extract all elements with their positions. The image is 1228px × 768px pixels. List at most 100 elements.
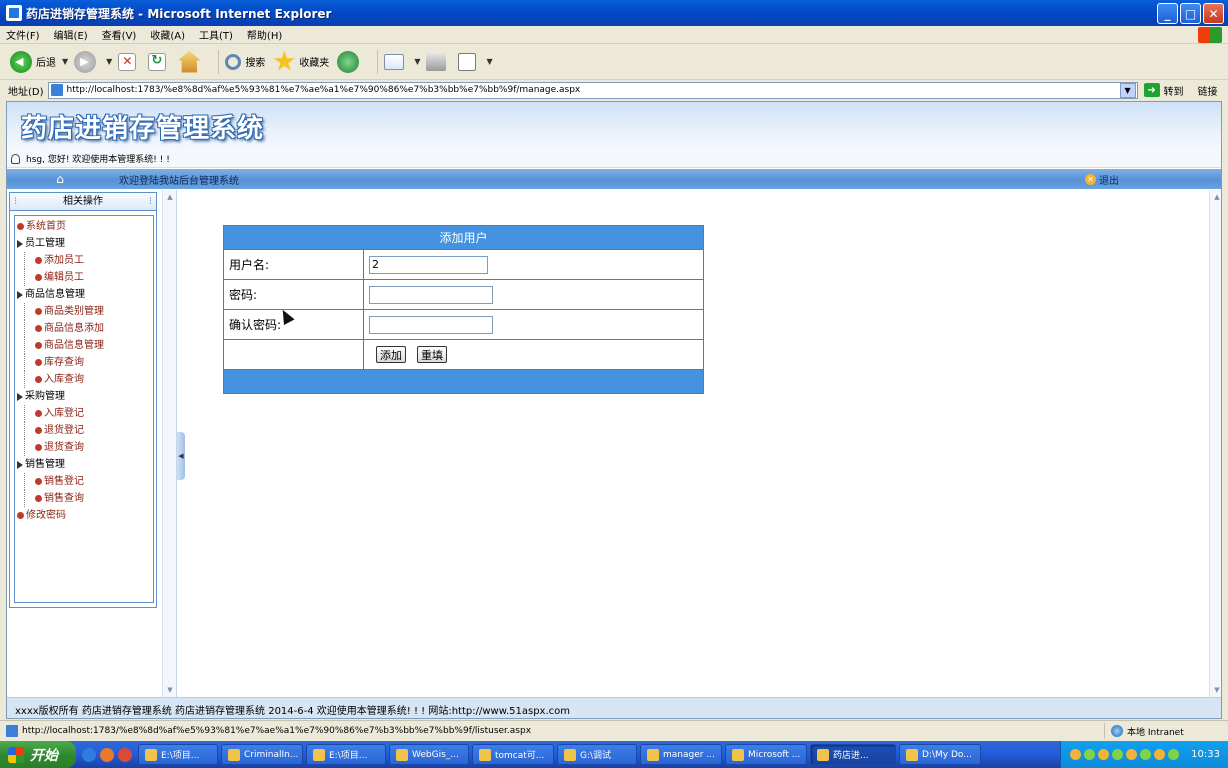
sidebar-item[interactable]: 入库查询 [15, 371, 153, 388]
sidebar-item[interactable]: 员工管理 [15, 235, 153, 252]
minimize-button[interactable]: _ [1157, 3, 1178, 24]
sidebar-item[interactable]: 修改密码 [15, 507, 153, 524]
scroll-down-icon[interactable]: ▼ [1211, 684, 1221, 696]
sidebar-item[interactable]: 编辑员工 [15, 269, 153, 286]
sidebar-item[interactable]: 系统首页 [15, 218, 153, 235]
back-label: 后退 [36, 58, 56, 69]
sidebar-item[interactable]: 商品信息添加 [15, 320, 153, 337]
sidebar-item[interactable]: 商品信息管理 [15, 286, 153, 303]
task-label: D:\My Do... [922, 749, 972, 760]
favorites-button[interactable]: 收藏夹 [273, 50, 329, 73]
sidebar-item[interactable]: 退货登记 [15, 422, 153, 439]
firefox-quicklaunch-icon[interactable] [100, 747, 114, 762]
sidebar-scrollbar[interactable]: ▲ ▼ [162, 190, 176, 697]
refresh-button[interactable] [148, 52, 170, 71]
sidebar-item[interactable]: 退货查询 [15, 439, 153, 456]
logout-link[interactable]: ✕ 退出 [1085, 172, 1119, 187]
task-label: manager ... [663, 749, 715, 760]
ie-quicklaunch-icon[interactable] [82, 747, 96, 762]
tray-icon[interactable] [1140, 749, 1152, 760]
sidebar-item[interactable]: 库存查询 [15, 354, 153, 371]
password-input[interactable] [369, 285, 493, 304]
taskbar-task-button[interactable]: E:\项目... [138, 744, 218, 765]
tray-icon[interactable] [1112, 749, 1124, 760]
menu-file[interactable]: 文件(F) [6, 27, 40, 42]
home-button[interactable] [178, 50, 204, 73]
back-button[interactable]: 后退 [10, 50, 56, 73]
taskbar: 开始 E:\项目... CriminalIn... E:\项目... WebGis_.… [0, 741, 1228, 768]
tray-icon[interactable] [1126, 749, 1138, 760]
sidebar-item[interactable]: 入库登记 [15, 405, 153, 422]
zone-label: 本地 Intranet [1127, 727, 1184, 738]
mail-button[interactable] [384, 53, 408, 70]
sidebar-collapse-handle[interactable]: ◀ [177, 432, 185, 480]
user-icon [11, 153, 20, 164]
tray-icon[interactable] [1098, 749, 1110, 760]
taskbar-task-button[interactable]: tomcat可... [472, 744, 554, 765]
confirm-password-input[interactable] [369, 315, 493, 334]
sidebar-item[interactable]: 采购管理 [15, 388, 153, 405]
browser-toolbar: 后退 ▼ ▼ 搜索 收藏夹 ▼ ▼ [0, 44, 1228, 80]
tray-icon[interactable] [1154, 749, 1166, 760]
back-dropdown-icon[interactable]: ▼ [62, 57, 68, 66]
address-label: 地址(D) [8, 86, 44, 98]
search-button[interactable]: 搜索 [225, 53, 265, 70]
scroll-down-icon[interactable]: ▼ [164, 684, 176, 696]
web-page: 药店进销存管理系统 hsg, 您好! 欢迎使用本管理系统! ! ! ⌂ 欢迎登陆… [6, 101, 1222, 719]
links-button[interactable]: 链接 [1198, 83, 1218, 98]
tree-node-icon [35, 427, 42, 434]
close-button[interactable]: ✕ [1203, 3, 1224, 24]
sidebar-item-label: 编辑员工 [44, 272, 84, 283]
mail-dropdown-icon[interactable]: ▼ [414, 57, 420, 66]
page-icon [6, 724, 18, 737]
taskbar-task-button[interactable]: 药店进... [810, 744, 896, 765]
reset-button[interactable]: 重填 [417, 346, 447, 363]
username-input[interactable] [369, 255, 488, 274]
sidebar-item[interactable]: 商品信息管理 [15, 337, 153, 354]
menu-help[interactable]: 帮助(H) [247, 27, 282, 42]
taskbar-task-button[interactable]: D:\My Do... [899, 744, 981, 765]
taskbar-task-button[interactable]: manager ... [640, 744, 722, 765]
taskbar-task-button[interactable]: E:\项目... [306, 744, 386, 765]
sidebar-item-label: 销售查询 [44, 493, 84, 504]
main-scrollbar[interactable]: ▲ ▼ [1209, 190, 1221, 697]
sidebar-item-label: 库存查询 [44, 357, 84, 368]
add-button[interactable]: 添加 [376, 346, 406, 363]
home-icon[interactable]: ⌂ [53, 172, 67, 186]
menu-tools[interactable]: 工具(T) [199, 27, 233, 42]
taskbar-task-button[interactable]: G:\调试 [557, 744, 637, 765]
tray-icon[interactable] [1084, 749, 1096, 760]
taskbar-task-button[interactable]: CriminalIn... [221, 744, 303, 765]
stop-button[interactable] [118, 52, 140, 71]
start-button[interactable]: 开始 [0, 741, 76, 768]
print-button[interactable] [426, 52, 450, 71]
tray-icon[interactable] [1168, 749, 1180, 760]
address-input[interactable]: http://localhost:1783/%e8%8d%af%e5%93%81… [47, 81, 1138, 99]
history-button[interactable] [337, 50, 363, 73]
taskbar-task-button[interactable]: Microsoft ... [725, 744, 807, 765]
menu-view[interactable]: 查看(V) [102, 27, 137, 42]
tray-icon[interactable] [1070, 749, 1082, 760]
chrome-quicklaunch-icon[interactable] [118, 747, 132, 762]
forward-button[interactable] [74, 50, 100, 73]
sidebar-item[interactable]: 商品类别管理 [15, 303, 153, 320]
sidebar-item[interactable]: 销售查询 [15, 490, 153, 507]
menu-edit[interactable]: 编辑(E) [54, 27, 88, 42]
tree-node-icon [35, 308, 42, 315]
menu-favorites[interactable]: 收藏(A) [150, 27, 185, 42]
forward-dropdown-icon[interactable]: ▼ [106, 57, 112, 66]
go-button[interactable]: ➜ 转到 [1143, 83, 1184, 98]
taskbar-task-button[interactable]: WebGis_... [389, 744, 469, 765]
sidebar-item-label: 退货登记 [44, 425, 84, 436]
scroll-up-icon[interactable]: ▲ [164, 191, 176, 203]
sidebar-item[interactable]: 销售登记 [15, 473, 153, 490]
sidebar-item[interactable]: 添加员工 [15, 252, 153, 269]
address-dropdown-icon[interactable]: ▼ [1119, 82, 1136, 98]
tree-node-icon [35, 257, 42, 264]
windows-flag-icon [8, 746, 24, 763]
maximize-button[interactable]: □ [1180, 3, 1201, 24]
scroll-up-icon[interactable]: ▲ [1211, 191, 1221, 203]
edit-dropdown-icon[interactable]: ▼ [486, 57, 492, 66]
sidebar-item[interactable]: 销售管理 [15, 456, 153, 473]
edit-button[interactable] [458, 52, 480, 71]
